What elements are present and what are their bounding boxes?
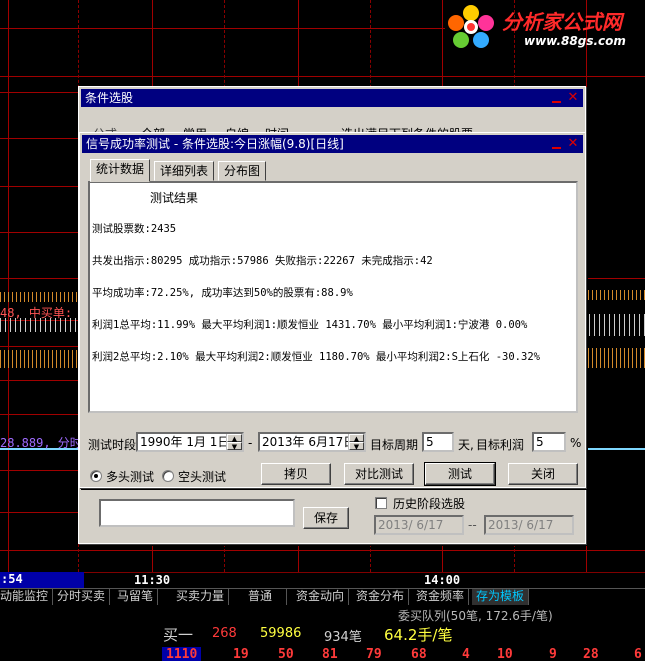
close-dialog-button[interactable]: 关闭 xyxy=(508,463,578,485)
window-title: 条件选股 xyxy=(85,91,134,105)
grid-line xyxy=(0,92,80,93)
volume-bars xyxy=(0,292,80,302)
grid-line xyxy=(0,28,445,29)
history-date-to[interactable]: 2013/ 6/17 xyxy=(484,515,574,535)
tab-fund-distribution[interactable]: 资金分布 xyxy=(352,589,410,605)
volume-bars xyxy=(584,290,645,300)
history-label: 历史阶段选股 xyxy=(393,497,466,511)
history-checkbox[interactable] xyxy=(375,497,387,509)
grid-line xyxy=(586,0,587,572)
tab-ma-strokes[interactable]: 马留笔 xyxy=(113,589,159,605)
grid-line xyxy=(0,414,80,415)
grid-line xyxy=(0,470,80,471)
buy-one-label: 买一 xyxy=(163,626,194,644)
percent-label: % xyxy=(570,436,582,450)
flower-logo-icon xyxy=(448,5,494,48)
tab-fund-flow[interactable]: 资金动向 xyxy=(292,589,350,605)
results-line: 测试股票数:2435 xyxy=(92,223,177,235)
grid-line xyxy=(0,550,645,551)
target-profit-input[interactable]: 5 xyxy=(532,432,566,452)
tab-normal[interactable]: 普通 xyxy=(234,589,288,605)
tab-momentum-monitor[interactable]: 动能监控 xyxy=(0,589,54,605)
grid-line xyxy=(0,232,80,233)
window-title: 信号成功率测试 - 条件选股:今日涨幅(9.8)[日线] xyxy=(86,137,344,151)
queue-cell: 68 xyxy=(411,647,427,661)
test-button[interactable]: 测试 xyxy=(424,462,496,486)
target-period-input[interactable]: 5 xyxy=(422,432,454,452)
short-test-radio[interactable] xyxy=(162,470,174,482)
queue-cell: 79 xyxy=(366,647,382,661)
tab-time-trades[interactable]: 分时买卖 xyxy=(53,589,111,605)
time-label: 14:00 xyxy=(424,573,461,587)
buy-one-average: 64.2手/笔 xyxy=(384,626,453,644)
grid-line xyxy=(0,346,80,347)
day-label: 天, xyxy=(458,438,474,452)
time-label: 11:30 xyxy=(134,573,171,587)
buy-one-count: 934笔 xyxy=(324,630,362,645)
results-panel: 测试结果 测试股票数:2435 共发出指示:80295 成功指示:57986 失… xyxy=(88,181,578,413)
tab-detail-list[interactable]: 详细列表 xyxy=(154,161,215,181)
volume-bars xyxy=(584,348,645,368)
tab-save-template[interactable]: 存为模板 xyxy=(472,589,530,605)
tab-distribution[interactable]: 分布图 xyxy=(218,161,267,181)
minimize-button[interactable] xyxy=(550,91,564,105)
date-separator: -- xyxy=(468,518,477,532)
target-period-label: 目标周期 xyxy=(370,438,419,452)
queue-cell: 28 xyxy=(583,647,599,661)
close-button[interactable]: ✕ xyxy=(566,91,580,105)
volume-bars xyxy=(584,314,645,336)
logo-title: 分析家公式网 xyxy=(502,10,622,34)
results-line: 平均成功率:72.25%, 成功率达到50%的股票有:88.9% xyxy=(92,287,353,299)
logo-url: www.88gs.com xyxy=(524,34,626,48)
end-date-spinner[interactable]: ▲ ▼ xyxy=(348,434,364,451)
results-line: 利润1总平均:11.99% 最大平均利润1:顺发恒业 1431.70% 最小平均… xyxy=(92,319,528,331)
queue-cell: 6 xyxy=(634,647,642,661)
results-line: 共发出指示:80295 成功指示:57986 失败指示:22267 未完成指示:… xyxy=(92,255,433,267)
long-test-label: 多头测试 xyxy=(106,470,155,484)
start-date-spinner[interactable]: ▲ ▼ xyxy=(226,434,242,451)
grid-line xyxy=(0,76,645,77)
grid-line xyxy=(0,512,80,513)
buy-one-volume: 59986 xyxy=(260,626,302,641)
tab-buy-sell-power[interactable]: 买卖力量 xyxy=(172,589,230,605)
compare-test-button[interactable]: 对比测试 xyxy=(344,463,414,485)
date-dash: - xyxy=(248,436,253,450)
queue-cell: 4 xyxy=(462,647,470,661)
time-axis xyxy=(0,572,645,588)
close-button[interactable]: ✕ xyxy=(566,137,580,151)
results-line: 利润2总平均:2.10% 最大平均利润2:顺发恒业 1180.70% 最小平均利… xyxy=(92,351,540,363)
target-profit-label: 目标利润 xyxy=(476,438,525,452)
long-test-radio[interactable] xyxy=(90,470,102,482)
queue-cell: 9 xyxy=(549,647,557,661)
copy-button[interactable]: 拷贝 xyxy=(261,463,331,485)
grid-line xyxy=(0,138,80,139)
buy-one-price: 268 xyxy=(212,626,237,641)
formula-input[interactable] xyxy=(99,499,295,527)
queue-cell: 50 xyxy=(278,647,294,661)
history-date-from[interactable]: 2013/ 6/17 xyxy=(374,515,464,535)
queue-cell: 19 xyxy=(233,647,249,661)
window-title-bar: 条件选股 ✕ xyxy=(81,89,583,107)
short-test-label: 空头测试 xyxy=(178,470,227,484)
time-cursor-label: :54 xyxy=(0,572,84,588)
grid-line xyxy=(0,380,80,381)
queue-label: 委买队列(50笔, 172.6手/笔) xyxy=(398,609,553,623)
volume-bars xyxy=(0,350,80,368)
grid-line xyxy=(0,186,80,187)
queue-cell: 1110 xyxy=(162,647,202,661)
tab-statistics[interactable]: 统计数据 xyxy=(90,159,151,182)
results-heading: 测试结果 xyxy=(150,191,199,205)
period-label: 测试时段 xyxy=(88,438,137,452)
site-logo: 分析家公式网 www.88gs.com xyxy=(446,2,645,52)
tab-fund-frequency[interactable]: 资金频率 xyxy=(412,589,470,605)
queue-cell: 81 xyxy=(322,647,338,661)
minimize-button[interactable] xyxy=(550,137,564,151)
save-button[interactable]: 保存 xyxy=(303,507,349,529)
window-title-bar: 信号成功率测试 - 条件选股:今日涨幅(9.8)[日线] ✕ xyxy=(82,135,583,153)
grid-line xyxy=(8,0,9,572)
signal-test-window: 信号成功率测试 - 条件选股:今日涨幅(9.8)[日线] ✕ 统计数据 详细列表… xyxy=(79,132,586,488)
queue-cell: 10 xyxy=(497,647,513,661)
